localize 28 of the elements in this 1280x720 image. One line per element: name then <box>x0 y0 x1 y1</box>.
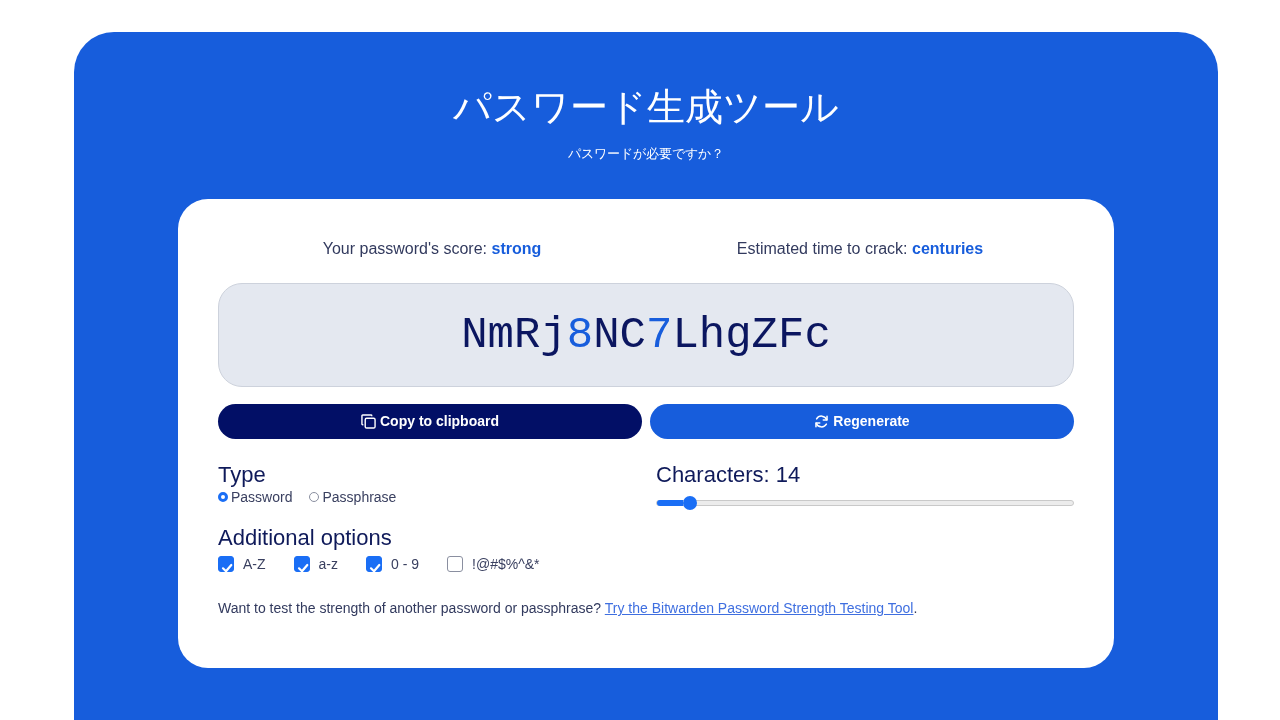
slider-thumb[interactable] <box>683 496 698 510</box>
radio-label[interactable]: Passphrase <box>322 487 397 507</box>
generated-password: NmRj 8NC7LhgZFc <box>218 283 1074 387</box>
stat-value: strong <box>491 240 542 257</box>
checkbox[interactable] <box>447 556 464 572</box>
options-heading: Additional options <box>218 524 393 552</box>
refresh-icon <box>814 414 830 429</box>
checkbox-label[interactable]: !@#$%^&* <box>472 554 540 574</box>
radio-button[interactable] <box>218 492 228 502</box>
copy-icon <box>361 414 376 429</box>
checkbox-label[interactable]: a-z <box>318 554 338 574</box>
stat-label: Your password's score: <box>322 240 488 257</box>
characters-label: Characters: 14 <box>656 461 802 489</box>
checkbox-label[interactable]: A-Z <box>243 554 266 574</box>
copy-button[interactable]: Copy to clipboard <box>218 404 642 439</box>
regenerate-button[interactable]: Regenerate <box>650 404 1074 439</box>
page-title: パスワード生成ツール <box>452 85 840 130</box>
stat-value: centuries <box>912 240 984 257</box>
help-text: Want to test the strength of another password or passphrase? Try the Bitwarden Password Strength Testing Tool. <box>218 599 919 618</box>
checkbox-label[interactable]: 0 - 9 <box>391 554 420 574</box>
radio-button[interactable] <box>309 492 320 502</box>
type-heading: Type <box>218 461 267 489</box>
checkbox[interactable] <box>218 556 234 572</box>
checkbox[interactable] <box>293 556 310 572</box>
stat-label: Estimated time to crack: <box>736 240 908 257</box>
radio-label[interactable]: Password <box>231 487 293 507</box>
checkbox[interactable] <box>366 556 382 572</box>
page-subtitle: パスワードが必要ですか？ <box>567 145 725 163</box>
